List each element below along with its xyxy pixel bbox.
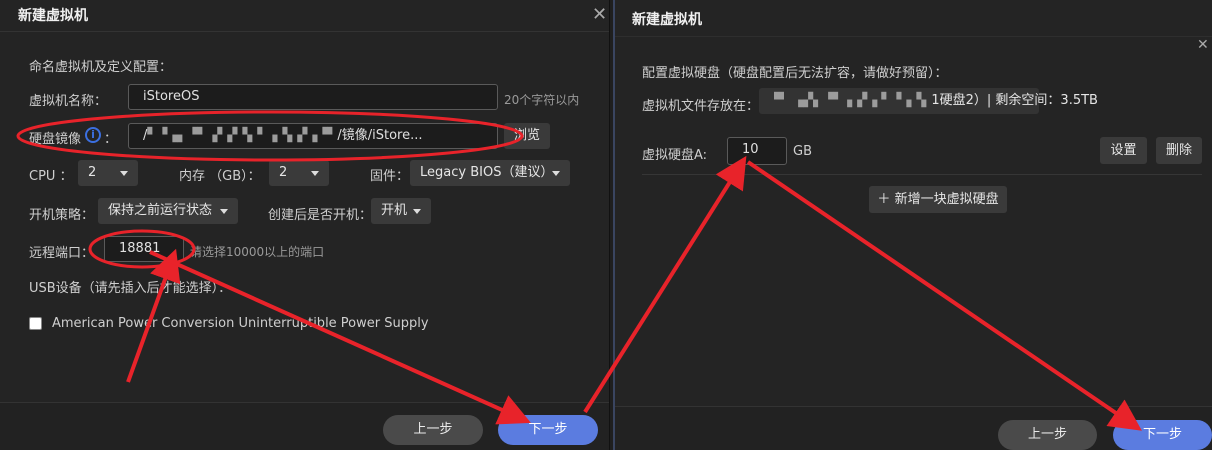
close-icon[interactable]: ✕ [592, 6, 607, 24]
plus-icon: ＋ [877, 192, 895, 207]
virtual-disk-a-label: 虚拟硬盘A: [642, 148, 708, 163]
add-virtual-disk-label: 新增一块虚拟硬盘 [894, 192, 999, 207]
caret-down-icon [552, 171, 560, 176]
usb-label: USB设备（请先插入后才能选择）： [29, 281, 232, 296]
caret-down-icon [413, 209, 421, 214]
add-virtual-disk-button[interactable]: ＋ 新增一块虚拟硬盘 [869, 186, 1007, 213]
storage-path-suffix: 1硬盘2）| 剩余空间：3.5TB [931, 93, 1098, 108]
cpu-value: 2 [88, 165, 97, 180]
caret-down-icon [120, 171, 128, 176]
memory-select[interactable]: 2 [269, 160, 329, 186]
storage-location-select[interactable]: ▝▘ ▗▞▖▝▘ ▖▞▗ ▘▝▗▝▖1硬盘2）| 剩余空间：3.5TB [759, 88, 1098, 114]
firmware-value: Legacy BIOS（建议） [420, 165, 554, 180]
section-title: 配置虚拟硬盘（硬盘配置后无法扩容，请做好预留）： [642, 66, 948, 81]
disk-unit: GB [793, 144, 812, 159]
section-title: 命名虚拟机及定义配置： [29, 60, 173, 75]
checkbox-icon[interactable] [29, 317, 42, 330]
cpu-label: CPU ： [29, 169, 73, 184]
firmware-label: 固件： [370, 169, 410, 184]
close-icon[interactable]: ✕ [1197, 36, 1209, 54]
boot-policy-select[interactable]: 保持之前运行状态 [98, 198, 238, 224]
boot-policy-label: 开机策略： [29, 208, 95, 223]
dialog-title: 新建虚拟机 [18, 8, 88, 24]
disk-row-divider [642, 174, 1202, 175]
prev-step-button[interactable]: 上一步 [998, 420, 1097, 450]
next-step-button[interactable]: 下一步 [498, 415, 598, 445]
create-vm-dialog-step1: 新建虚拟机 ✕ 命名虚拟机及定义配置： 虚拟机名称： iStoreOS 20个字… [0, 0, 610, 450]
vm-name-label: 虚拟机名称： [29, 94, 108, 109]
remote-port-hint: 请选择10000以上的端口 [190, 245, 325, 259]
disk-settings-button[interactable]: 设置 [1100, 137, 1147, 164]
vm-name-input[interactable]: iStoreOS [128, 84, 498, 110]
boot-policy-value: 保持之前运行状态 [108, 203, 213, 218]
usb-device-label: American Power Conversion Uninterruptibl… [52, 316, 429, 331]
cpu-select[interactable]: 2 [78, 160, 138, 186]
caret-down-icon [311, 171, 319, 176]
next-step-button[interactable]: 下一步 [1113, 420, 1212, 450]
start-after-create-value: 开机 [381, 203, 408, 218]
vm-name-hint: 20个字符以内 [504, 93, 580, 107]
disk-image-path-suffix: /镜像/iStore... [337, 128, 423, 143]
browse-button[interactable]: 浏览 [504, 123, 550, 149]
header-divider [0, 31, 609, 32]
start-after-create-label: 创建后是否开机： [268, 208, 373, 223]
info-icon[interactable]: i [85, 127, 101, 143]
remote-port-label: 远程端口： [29, 246, 95, 261]
disk-image-label: 硬盘镜像 [29, 132, 82, 147]
memory-value: 2 [279, 165, 288, 180]
disk-image-input[interactable]: /▘▝▗▖▝▘▗▘▞▝▖▘▗▝▖▞▗▝▘/镜像/iStore... [128, 123, 498, 149]
prev-step-button[interactable]: 上一步 [383, 415, 483, 445]
disk-image-colon: ： [104, 132, 118, 147]
virtual-disk-a-size-input[interactable]: 10 [727, 137, 787, 165]
start-after-create-select[interactable]: 开机 [371, 198, 431, 224]
header-divider [615, 36, 1212, 37]
remote-port-input[interactable]: 18881 [104, 236, 184, 262]
storage-path-blurred: ▝▘ ▗▞▖▝▘ ▖▞▗ ▘▝▗▝▖ [769, 93, 932, 108]
disk-delete-button[interactable]: 删除 [1156, 137, 1202, 164]
dialog-title: 新建虚拟机 [632, 12, 702, 28]
disk-image-path-blurred: ▘▝▗▖▝▘▗▘▞▝▖▘▗▝▖▞▗▝▘ [147, 128, 338, 143]
create-vm-dialog-step2: 新建虚拟机 ✕ 配置虚拟硬盘（硬盘配置后无法扩容，请做好预留）： 虚拟机文件存放… [613, 0, 1212, 450]
storage-location-label: 虚拟机文件存放在： [642, 99, 760, 114]
caret-down-icon [220, 209, 228, 214]
memory-label: 内存 （GB）： [179, 169, 261, 184]
firmware-select[interactable]: Legacy BIOS（建议） [410, 160, 570, 186]
